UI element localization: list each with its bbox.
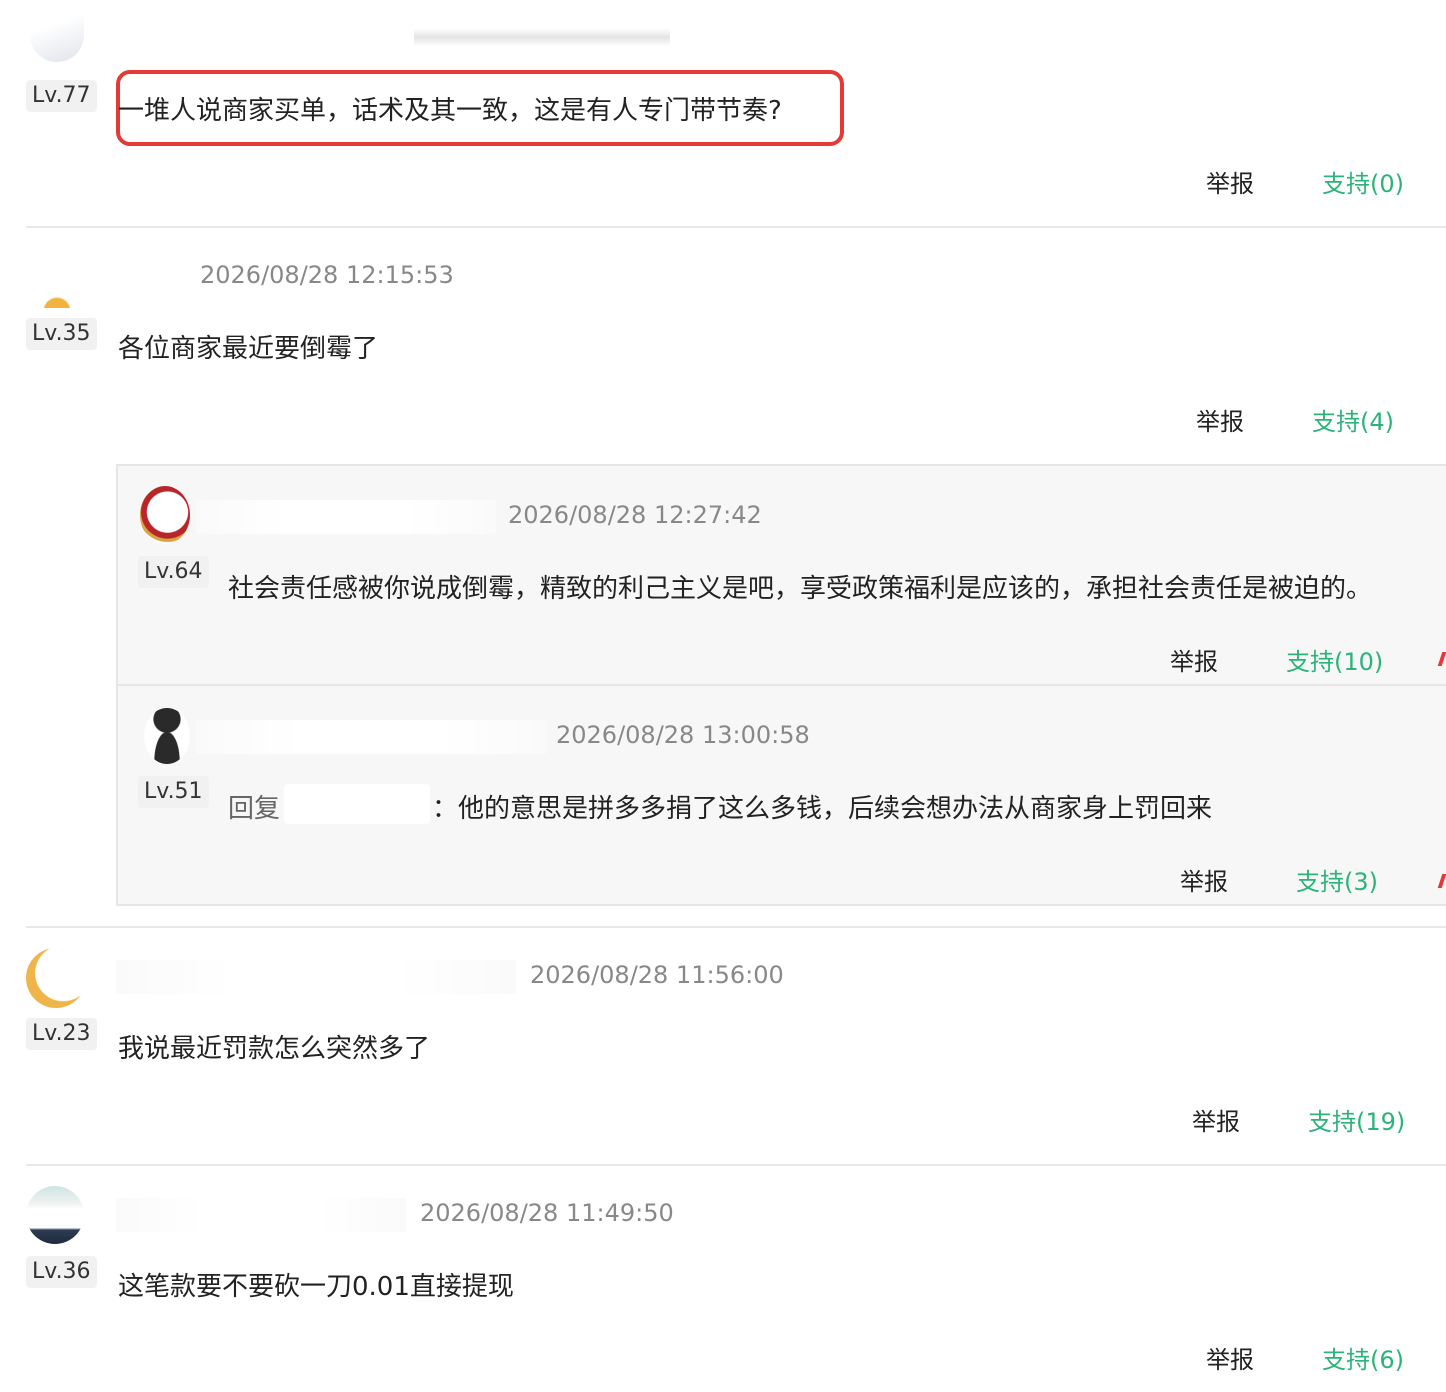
support-button[interactable]: 支持(10) xyxy=(1286,642,1383,677)
support-button[interactable]: 支持(19) xyxy=(1308,1102,1405,1137)
username-redacted xyxy=(116,1198,406,1232)
support-button[interactable]: 支持(0) xyxy=(1322,164,1404,199)
username-redacted xyxy=(196,720,546,754)
support-button[interactable]: 支持(6) xyxy=(1322,1340,1404,1375)
report-button[interactable]: 举报 xyxy=(1192,1102,1240,1137)
report-button[interactable]: 举报 xyxy=(1206,1340,1254,1375)
divider xyxy=(26,926,1446,928)
reply-time: 2026/08/28 12:27:42 xyxy=(508,501,762,529)
divider xyxy=(26,1164,1446,1166)
comment-content: 一堆人说商家买单，话术及其一致，这是有人专门带节奏? xyxy=(118,96,782,126)
level-badge: Lv.64 xyxy=(138,556,209,588)
comment-content: 各位商家最近要倒霉了 xyxy=(118,334,379,364)
avatar[interactable] xyxy=(26,1186,84,1244)
reply-prefix: 回复 xyxy=(228,794,281,824)
report-button[interactable]: 举报 xyxy=(1206,164,1254,199)
reply-time: 2026/08/28 13:00:58 xyxy=(556,721,810,749)
avatar[interactable] xyxy=(144,708,190,764)
report-button[interactable]: 举报 xyxy=(1170,642,1218,677)
level-badge: Lv.23 xyxy=(26,1018,97,1050)
comment-time: 2026/08/28 11:56:00 xyxy=(530,961,784,989)
username-redacted xyxy=(414,28,670,46)
level-badge: Lv.35 xyxy=(26,318,97,350)
avatar[interactable] xyxy=(26,948,86,1008)
support-button[interactable]: 支持(3) xyxy=(1296,862,1378,897)
reply-divider xyxy=(118,684,1446,686)
level-badge: Lv.51 xyxy=(138,776,209,808)
level-badge: Lv.77 xyxy=(26,80,97,112)
report-button[interactable]: 举报 xyxy=(1196,402,1244,437)
divider xyxy=(26,226,1446,228)
reply-target-redacted xyxy=(284,784,430,824)
report-button[interactable]: 举报 xyxy=(1180,862,1228,897)
avatar[interactable] xyxy=(30,246,84,308)
comment-time: 2026/08/28 11:49:50 xyxy=(420,1199,674,1227)
comment-time: 2026/08/28 12:15:53 xyxy=(200,261,454,289)
reply-content: ：他的意思是拼多多捐了这么多钱，后续会想办法从商家身上罚回来 xyxy=(432,794,1213,824)
username-redacted xyxy=(196,500,496,534)
level-badge: Lv.36 xyxy=(26,1256,97,1288)
support-button[interactable]: 支持(4) xyxy=(1312,402,1394,437)
reply-content: 社会责任感被你说成倒霉，精致的利己主义是吧，享受政策福利是应该的，承担社会责任是… xyxy=(228,574,1373,604)
username-redacted xyxy=(116,960,516,994)
avatar[interactable] xyxy=(140,486,190,544)
comment-content: 我说最近罚款怎么突然多了 xyxy=(118,1034,431,1064)
comment-content: 这笔款要不要砍一刀0.01直接提现 xyxy=(118,1272,514,1302)
avatar[interactable] xyxy=(30,0,84,62)
